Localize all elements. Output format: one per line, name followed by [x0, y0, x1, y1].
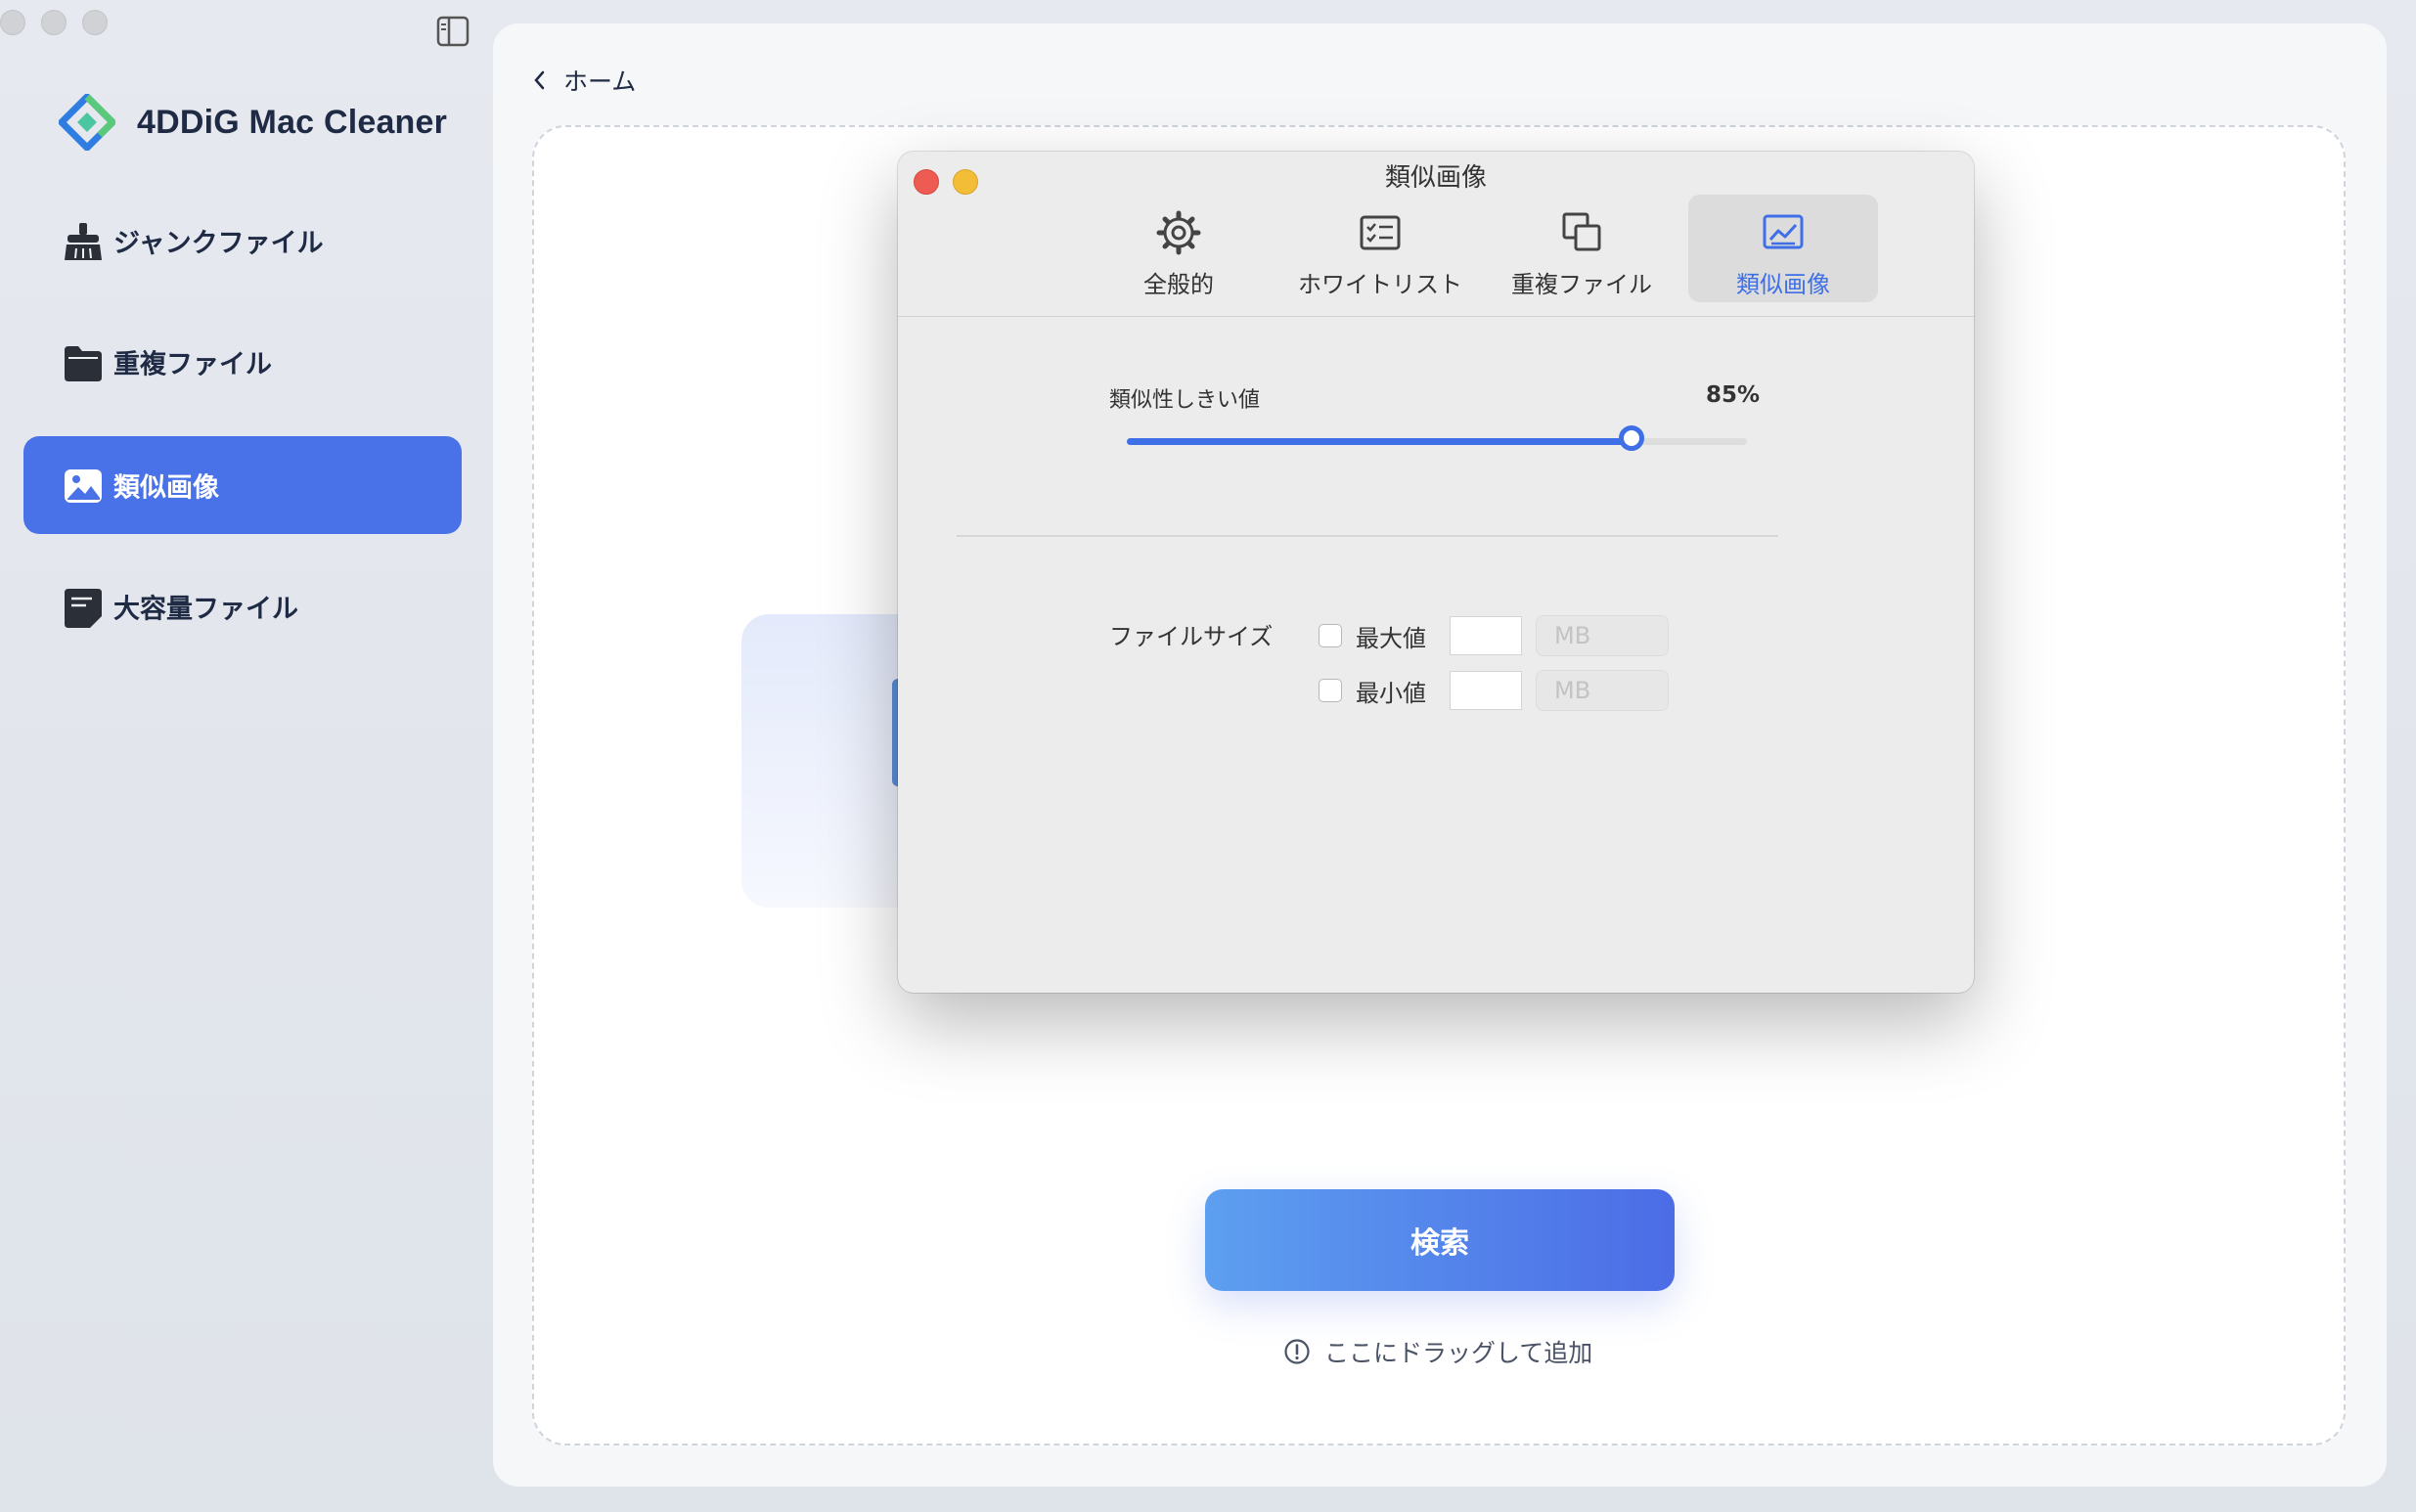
tab-label: 重複ファイル — [1511, 271, 1652, 298]
sidebar-item-label: 重複ファイル — [113, 349, 272, 380]
brand: 4DDiG Mac Cleaner — [59, 94, 447, 151]
threshold-value: 85% — [1706, 382, 1761, 408]
threshold-slider[interactable] — [1127, 425, 1747, 451]
broom-icon — [65, 223, 102, 260]
dialog-title: 類似画像 — [1384, 163, 1487, 193]
sidebar-item-large-files[interactable]: 大容量ファイル — [23, 557, 462, 655]
drag-hint: ここにドラッグして追加 — [1283, 1334, 1592, 1369]
info-circle-icon — [1284, 1339, 1310, 1364]
slider-handle[interactable] — [1619, 425, 1644, 451]
tab-whitelist[interactable]: ホワイトリスト — [1285, 195, 1475, 302]
app-logo-icon — [59, 94, 115, 151]
sidebar-item-junk-files[interactable]: ジャンクファイル — [23, 192, 462, 289]
checklist-icon — [1360, 215, 1401, 250]
tab-label: ホワイトリスト — [1298, 271, 1462, 298]
picture-icon — [1763, 214, 1804, 249]
back-button[interactable]: ホーム — [532, 63, 636, 98]
settings-dialog: 類似画像 全般的 ホワイトリスト 重複ファイル 類似画像 類似性しきい値 85%… — [898, 152, 1974, 993]
tab-similar-images[interactable]: 類似画像 — [1688, 195, 1878, 302]
app-name: 4DDiG Mac Cleaner — [137, 103, 448, 141]
section-divider — [957, 535, 1778, 537]
sidebar-item-similar-images[interactable]: 類似画像 — [23, 436, 462, 534]
min-size-input[interactable] — [1450, 671, 1522, 710]
back-label: ホーム — [563, 67, 637, 96]
image-icon — [65, 469, 102, 503]
sidebar-item-label: 類似画像 — [113, 472, 219, 504]
max-size-unit[interactable]: MB — [1536, 615, 1669, 656]
folder-icon — [65, 346, 102, 381]
min-size-label: 最小値 — [1356, 679, 1426, 707]
search-button[interactable]: 検索 — [1205, 1189, 1675, 1291]
max-size-row: 最大値 MB — [1319, 615, 1669, 656]
max-size-label: 最大値 — [1356, 624, 1426, 652]
slider-fill — [1127, 438, 1632, 445]
min-size-unit[interactable]: MB — [1536, 670, 1669, 711]
tab-duplicate-files[interactable]: 重複ファイル — [1487, 195, 1677, 302]
max-size-checkbox[interactable] — [1319, 624, 1342, 647]
gear-icon — [1156, 210, 1201, 255]
min-size-row: 最小値 MB — [1319, 670, 1669, 711]
tab-divider — [898, 316, 1974, 317]
tab-label: 類似画像 — [1736, 271, 1830, 298]
max-size-input[interactable] — [1450, 616, 1522, 655]
file-size-label: ファイルサイズ — [1109, 623, 1274, 650]
sidebar-item-duplicate-files[interactable]: 重複ファイル — [23, 313, 462, 411]
tab-label: 全般的 — [1143, 271, 1214, 298]
document-icon — [65, 589, 102, 628]
tab-general[interactable]: 全般的 — [1084, 195, 1274, 302]
min-size-checkbox[interactable] — [1319, 679, 1342, 702]
drag-hint-text: ここにドラッグして追加 — [1324, 1339, 1593, 1367]
sidebar-item-label: ジャンクファイル — [113, 228, 324, 259]
sidebar: 4DDiG Mac Cleaner ジャンクファイル 重複ファイル 類似画像 大… — [0, 0, 494, 1512]
duplicate-icon — [1562, 212, 1601, 251]
threshold-label: 類似性しきい値 — [1109, 388, 1261, 413]
dialog-tabs: 全般的 ホワイトリスト 重複ファイル 類似画像 — [1084, 195, 1878, 302]
sidebar-item-label: 大容量ファイル — [113, 594, 298, 625]
chevron-left-icon — [534, 70, 545, 90]
